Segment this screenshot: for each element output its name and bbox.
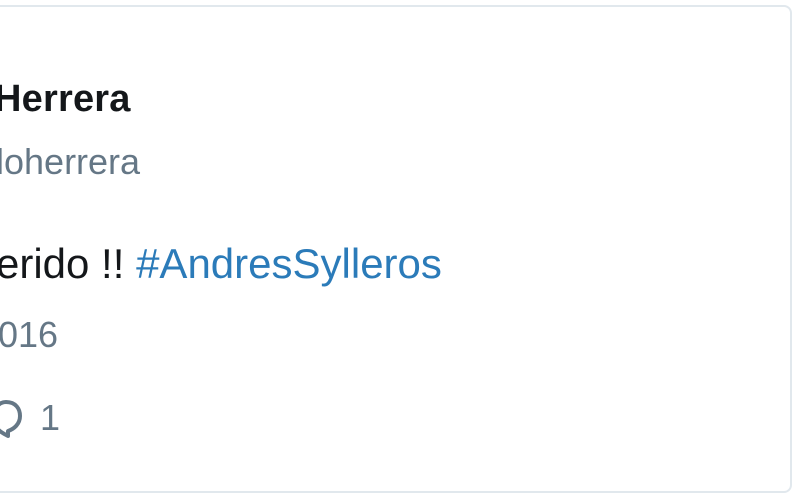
tweet-text: erido !! #AndresSylleros [0,240,442,288]
tweet-date[interactable]: 016 [0,314,58,356]
tweet-text-body: erido !! [0,240,137,287]
reply-button[interactable]: 1 [0,398,60,438]
reply-count: 1 [40,397,61,438]
hashtag-link[interactable]: #AndresSylleros [136,240,442,287]
reply-icon [0,398,22,438]
author-name[interactable]: Herrera [0,78,131,121]
author-handle[interactable]: loherrera [0,141,140,183]
